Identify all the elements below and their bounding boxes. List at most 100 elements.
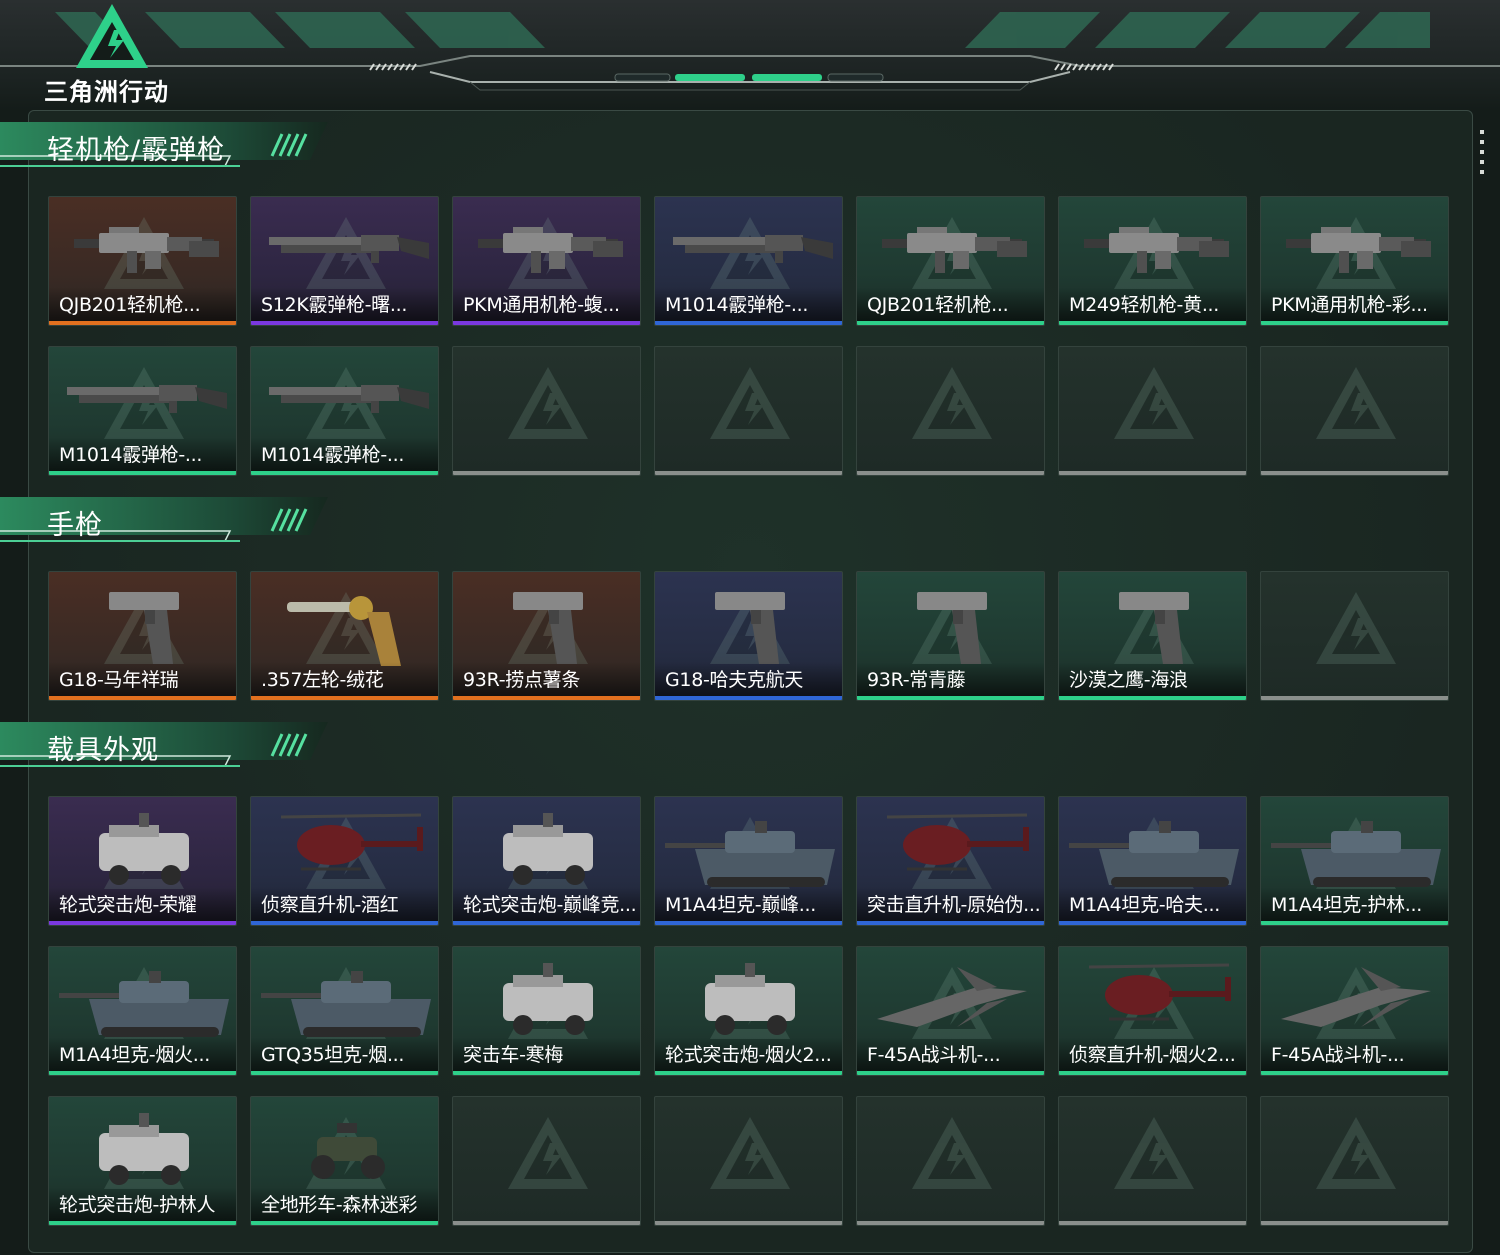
item-name: 突击直升机-原始伪... bbox=[867, 894, 1041, 916]
item-card[interactable]: G18-马年祥瑞 bbox=[48, 571, 237, 701]
rarity-bar bbox=[49, 696, 236, 700]
section-title: 载具外观 bbox=[47, 735, 159, 766]
item-name: G18-哈夫克航天 bbox=[665, 669, 804, 691]
item-name: 轮式突击炮-烟火2... bbox=[665, 1044, 832, 1066]
delta-watermark-icon bbox=[1114, 1117, 1194, 1197]
item-card[interactable]: M1A4坦克-护林... bbox=[1260, 796, 1449, 926]
item-card[interactable]: 93R-捞点薯条 bbox=[452, 571, 641, 701]
rarity-bar bbox=[1059, 321, 1246, 325]
rarity-bar bbox=[251, 471, 438, 475]
rarity-bar bbox=[1059, 921, 1246, 925]
item-name: S12K霰弹枪-曙... bbox=[261, 294, 408, 316]
item-name: 沙漠之鹰-海浪 bbox=[1069, 669, 1188, 691]
item-name: M249轻机枪-黄... bbox=[1069, 294, 1220, 316]
rarity-bar bbox=[857, 921, 1044, 925]
item-card[interactable]: M1014霰弹枪-... bbox=[48, 346, 237, 476]
section-title: 手枪 bbox=[47, 510, 103, 541]
section-title: 轻机枪/霰弹枪 bbox=[47, 135, 226, 166]
item-card[interactable]: 侦察直升机-烟火2... bbox=[1058, 946, 1247, 1076]
item-name: M1A4坦克-哈夫... bbox=[1069, 894, 1220, 916]
empty-slot bbox=[452, 1096, 641, 1226]
item-card[interactable]: M1A4坦克-巅峰... bbox=[654, 796, 843, 926]
item-card[interactable]: 全地形车-森林迷彩 bbox=[250, 1096, 439, 1226]
rarity-bar bbox=[655, 1071, 842, 1075]
item-card[interactable]: 突击车-寒梅 bbox=[452, 946, 641, 1076]
item-card[interactable]: GTQ35坦克-烟... bbox=[250, 946, 439, 1076]
rarity-bar bbox=[1059, 471, 1246, 475]
rarity-bar bbox=[655, 321, 842, 325]
item-name: G18-马年祥瑞 bbox=[59, 669, 179, 691]
item-name: M1A4坦克-烟火... bbox=[59, 1044, 210, 1066]
rarity-bar bbox=[453, 696, 640, 700]
item-card[interactable]: 突击直升机-原始伪... bbox=[856, 796, 1045, 926]
rarity-bar bbox=[857, 321, 1044, 325]
rarity-bar bbox=[1059, 696, 1246, 700]
rarity-bar bbox=[453, 471, 640, 475]
rarity-bar bbox=[251, 696, 438, 700]
item-card[interactable]: S12K霰弹枪-曙... bbox=[250, 196, 439, 326]
item-card[interactable]: F-45A战斗机-... bbox=[1260, 946, 1449, 1076]
item-card[interactable]: 侦察直升机-酒红 bbox=[250, 796, 439, 926]
item-card[interactable]: QJB201轻机枪... bbox=[856, 196, 1045, 326]
item-card[interactable]: 轮式突击炮-护林人 bbox=[48, 1096, 237, 1226]
item-name: M1A4坦克-巅峰... bbox=[665, 894, 816, 916]
item-card[interactable]: M249轻机枪-黄... bbox=[1058, 196, 1247, 326]
delta-watermark-icon bbox=[1114, 367, 1194, 447]
rarity-bar bbox=[49, 1071, 236, 1075]
rarity-bar bbox=[655, 921, 842, 925]
item-card[interactable]: M1014霰弹枪-... bbox=[654, 196, 843, 326]
item-name: M1A4坦克-护林... bbox=[1271, 894, 1422, 916]
logo-text: 三角洲行动 bbox=[44, 78, 169, 106]
item-name: 突击车-寒梅 bbox=[463, 1044, 564, 1066]
item-card[interactable]: 93R-常青藤 bbox=[856, 571, 1045, 701]
item-name: 93R-常青藤 bbox=[867, 669, 966, 691]
rarity-bar bbox=[49, 1221, 236, 1225]
rarity-bar bbox=[251, 321, 438, 325]
item-name: 侦察直升机-酒红 bbox=[261, 894, 399, 916]
item-card[interactable]: F-45A战斗机-... bbox=[856, 946, 1045, 1076]
empty-slot bbox=[654, 346, 843, 476]
item-card[interactable]: 沙漠之鹰-海浪 bbox=[1058, 571, 1247, 701]
delta-watermark-icon bbox=[710, 367, 790, 447]
rarity-bar bbox=[655, 696, 842, 700]
item-name: F-45A战斗机-... bbox=[867, 1044, 1001, 1066]
delta-triangle-icon bbox=[76, 4, 148, 68]
item-card[interactable]: G18-哈夫克航天 bbox=[654, 571, 843, 701]
rarity-bar bbox=[453, 1071, 640, 1075]
rarity-bar bbox=[1261, 696, 1448, 700]
item-card[interactable]: M1A4坦克-烟火... bbox=[48, 946, 237, 1076]
item-name: PKM通用机枪-蝮... bbox=[463, 294, 620, 316]
item-card[interactable]: QJB201轻机枪... bbox=[48, 196, 237, 326]
empty-slot bbox=[856, 346, 1045, 476]
item-card[interactable]: .357左轮-绒花 bbox=[250, 571, 439, 701]
section-header-pistols: 手枪 bbox=[0, 495, 330, 545]
item-card[interactable]: 轮式突击炮-巅峰竞... bbox=[452, 796, 641, 926]
item-card[interactable]: 轮式突击炮-烟火2... bbox=[654, 946, 843, 1076]
rarity-bar bbox=[49, 921, 236, 925]
rarity-bar bbox=[251, 1071, 438, 1075]
item-card[interactable]: PKM通用机枪-彩... bbox=[1260, 196, 1449, 326]
item-name: 轮式突击炮-巅峰竞... bbox=[463, 894, 637, 916]
empty-slot bbox=[452, 346, 641, 476]
rarity-bar bbox=[1059, 1221, 1246, 1225]
scrollbar-handle[interactable] bbox=[1480, 130, 1484, 178]
rarity-bar bbox=[1261, 471, 1448, 475]
item-card[interactable]: 轮式突击炮-荣耀 bbox=[48, 796, 237, 926]
empty-slot bbox=[1058, 346, 1247, 476]
rarity-bar bbox=[655, 1221, 842, 1225]
item-card[interactable]: M1014霰弹枪-... bbox=[250, 346, 439, 476]
item-name: 全地形车-森林迷彩 bbox=[261, 1194, 418, 1216]
item-name: QJB201轻机枪... bbox=[867, 294, 1009, 316]
item-card[interactable]: PKM通用机枪-蝮... bbox=[452, 196, 641, 326]
item-card[interactable]: M1A4坦克-哈夫... bbox=[1058, 796, 1247, 926]
empty-slot bbox=[1260, 1096, 1449, 1226]
rarity-bar bbox=[1261, 321, 1448, 325]
rarity-bar bbox=[49, 321, 236, 325]
item-name: 侦察直升机-烟火2... bbox=[1069, 1044, 1236, 1066]
delta-watermark-icon bbox=[710, 1117, 790, 1197]
empty-slot bbox=[1058, 1096, 1247, 1226]
delta-watermark-icon bbox=[1316, 592, 1396, 672]
rarity-bar bbox=[1261, 1221, 1448, 1225]
rarity-bar bbox=[1059, 1071, 1246, 1075]
top-header: 三角洲行动 bbox=[0, 0, 1500, 110]
